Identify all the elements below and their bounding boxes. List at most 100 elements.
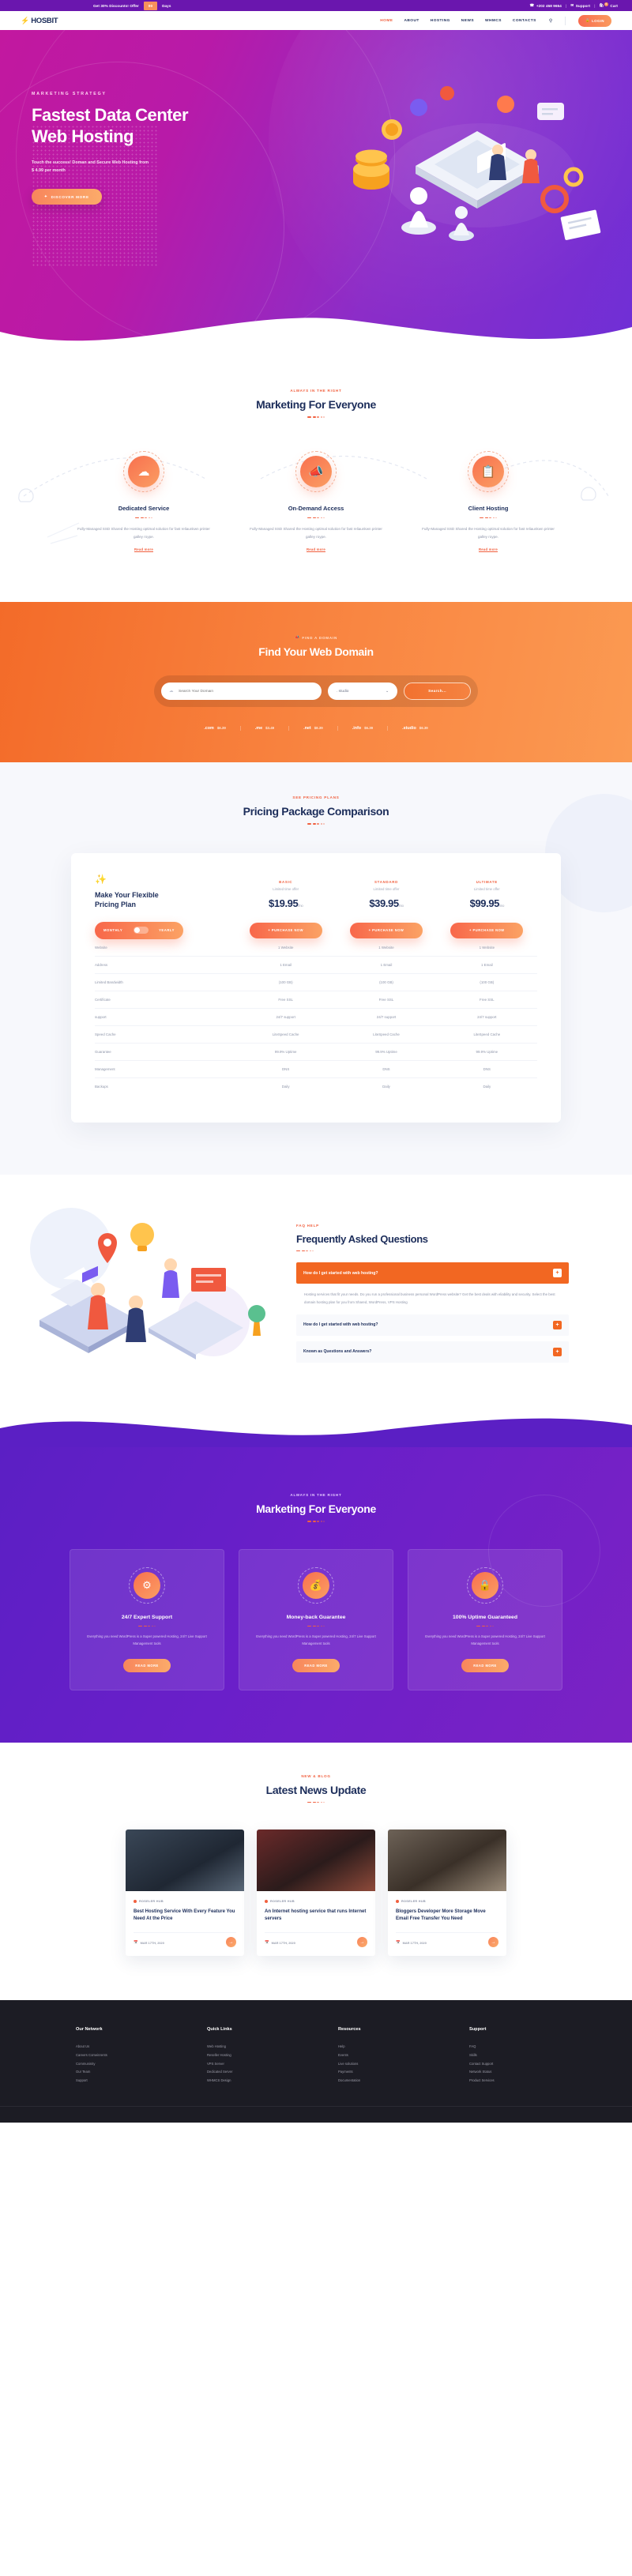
faq-question-text: How do I get started with web hosting? <box>303 1270 378 1276</box>
footer-link[interactable]: Events <box>338 2051 425 2060</box>
footer-column-heading: Support <box>469 2027 487 2033</box>
support-link[interactable]: ✉ Support <box>570 3 590 8</box>
footer-link[interactable]: Careers Comeinrents <box>76 2051 163 2060</box>
footer-link[interactable]: Skills <box>469 2051 556 2060</box>
footer-link[interactable]: Network Status <box>469 2068 556 2077</box>
tld-item: .info $6.39 <box>338 726 389 731</box>
shelf <box>191 1267 226 1292</box>
footer-link[interactable]: Help <box>338 2043 425 2051</box>
hero-content: MARKETING STRATEGY Fastest Data Center W… <box>0 30 261 205</box>
footer-link[interactable]: Web Hosting <box>207 2043 294 2051</box>
feature-card-support[interactable]: ⚙ 24/7 Expert Support Everything you nee… <box>70 1548 224 1690</box>
blog-card[interactable]: ROSELER HUB Bloggers Developer More Stor… <box>388 1830 506 1957</box>
hero-title-line-1: Fastest Data Center <box>32 105 189 125</box>
footer-link[interactable]: VPS Server <box>207 2060 294 2069</box>
footer-link[interactable]: Product Services <box>469 2077 556 2085</box>
domain-search-button[interactable]: Search... <box>404 683 471 700</box>
pricing-header-row: ✨ Make Your Flexible Pricing Plan BASIC … <box>95 874 537 909</box>
tld-price: $6.39 <box>419 726 428 730</box>
pricing-heading-text: Make Your Flexible Pricing Plan <box>95 890 235 909</box>
phone-link[interactable]: ☎ +202 458 9654 <box>530 3 562 8</box>
tld-price: $6.39 <box>364 726 374 730</box>
footer-link[interactable]: WHMCS Design <box>207 2077 294 2085</box>
footer-link[interactable]: Support <box>76 2077 163 2085</box>
purchase-button-basic[interactable]: + PURCHASE NOW <box>249 922 322 938</box>
discover-more-button[interactable]: ✦ DISCOVER MORE <box>32 189 102 205</box>
footer-column-our-network: Our Network About Us Careers Comeinrents… <box>76 2027 163 2085</box>
tld-name: .studio <box>402 726 416 731</box>
domain-search-input[interactable] <box>161 683 322 700</box>
tld-price: $3.49 <box>265 726 275 730</box>
arrow-right-icon[interactable]: → <box>357 1937 367 1948</box>
tld-select[interactable]: . studio ⌄ <box>328 683 397 700</box>
feature-value: 24/7 support <box>276 1014 295 1019</box>
footer-link[interactable]: Communinity <box>76 2060 163 2069</box>
service-read-more[interactable]: Read more <box>479 547 498 551</box>
clipboard-icon: 📋 <box>472 455 504 487</box>
faq-item: Known as Questions and Answers? + <box>296 1341 569 1363</box>
feature-card-moneyback[interactable]: 💰 Money-back Guarantee Everything you ne… <box>239 1548 393 1690</box>
footer-link[interactable]: FAQ <box>469 2043 556 2051</box>
toggle-knob[interactable] <box>133 927 149 935</box>
footer-link[interactable]: Dedicated Server <box>207 2068 294 2077</box>
nav-item-about[interactable]: ABOUT <box>404 19 419 23</box>
nav-item-contacts[interactable]: CONTACTS <box>513 19 536 23</box>
faq-item: How do I get started with web hosting? + <box>296 1314 569 1336</box>
feature-card-uptime[interactable]: 🔒 100% Uptime Guaranteed Everything you … <box>408 1548 562 1690</box>
purchase-button-standard[interactable]: + PURCHASE NOW <box>349 922 423 938</box>
plus-icon[interactable]: + <box>553 1320 562 1329</box>
nav-item-home[interactable]: HOME <box>380 19 393 23</box>
offer-text: Get 30% Discounts! Offer <box>93 3 139 8</box>
service-card[interactable]: 📋 Client Hosting Fully-Managed SSD Share… <box>418 450 559 555</box>
lock-icon: 🔒 <box>585 18 591 22</box>
arrow-right-icon[interactable]: → <box>488 1937 498 1948</box>
faq-question-toggle[interactable]: How do I get started with web hosting? + <box>296 1262 569 1284</box>
nav-item-hosting[interactable]: HOSTING <box>431 19 450 23</box>
footer-link[interactable]: Live solutions <box>338 2060 425 2069</box>
hero-title-line-2: Web Hosting <box>32 126 134 146</box>
calendar-icon: 📅 <box>396 1940 401 1945</box>
nav-item-whmcs[interactable]: WHMCS <box>485 19 502 23</box>
feature-card-button[interactable]: READ MORE <box>461 1658 509 1672</box>
faq-question-toggle[interactable]: Known as Questions and Answers? + <box>296 1341 569 1363</box>
blog-card-body: ROSELER HUB Bloggers Developer More Stor… <box>388 1891 506 1956</box>
divider <box>565 16 566 25</box>
service-read-more[interactable]: Read more <box>134 547 153 551</box>
search-icon[interactable]: ⚲ <box>549 18 552 24</box>
cart-link[interactable]: 🛍 0 Cart <box>599 2 618 8</box>
tld-item: .me $3.49 <box>241 726 290 731</box>
feature-value: LiteSpeed Cache <box>373 1032 400 1036</box>
footer-link[interactable]: Documentation <box>338 2077 425 2085</box>
arrow-right-icon[interactable]: → <box>226 1937 236 1948</box>
plus-icon[interactable]: + <box>553 1269 562 1278</box>
feature-row: Management DNS DNS DNS <box>95 1061 537 1078</box>
login-button[interactable]: 🔒 LOGIN <box>578 14 611 27</box>
feature-label: Address <box>95 962 108 967</box>
blog-card-body: ROSELER HUB An Internet hosting service … <box>257 1891 375 1956</box>
feature-card-button[interactable]: READ MORE <box>292 1658 340 1672</box>
faq-question-toggle[interactable]: How do I get started with web hosting? + <box>296 1314 569 1336</box>
service-read-more[interactable]: Read more <box>307 547 325 551</box>
tld-item: .studio $6.39 <box>388 726 442 731</box>
footer-link[interactable]: About Us <box>76 2043 163 2051</box>
tld-name: .info <box>352 726 362 731</box>
footer-link[interactable]: Reseller Hosting <box>207 2051 294 2060</box>
purchase-button-ultimate[interactable]: + PURCHASE NOW <box>450 922 524 938</box>
domain-input-wrapper: ☁ <box>161 683 322 700</box>
blog-grid: ROSELER HUB Best Hosting Service With Ev… <box>0 1830 632 1957</box>
service-card[interactable]: 📣 On-Demand Access Fully-Managed SSD Sha… <box>246 450 386 555</box>
pricing-comparison-card: ✨ Make Your Flexible Pricing Plan BASIC … <box>71 852 561 1123</box>
footer-link[interactable]: Payments <box>338 2068 425 2077</box>
site-logo[interactable]: ⚡ HOSBIT <box>21 17 58 25</box>
blog-card[interactable]: ROSELER HUB An Internet hosting service … <box>257 1830 375 1957</box>
plus-icon[interactable]: + <box>553 1347 562 1356</box>
footer-link[interactable]: Contact Support <box>469 2060 556 2069</box>
service-card[interactable]: ☁ Dedicated Service Fully-Managed SSD Sh… <box>73 450 214 555</box>
feature-card-button[interactable]: READ MORE <box>123 1658 171 1672</box>
faq-item: How do I get started with web hosting? +… <box>296 1262 569 1309</box>
blog-card[interactable]: ROSELER HUB Best Hosting Service With Ev… <box>126 1830 244 1957</box>
footer-link[interactable]: Our Team <box>76 2068 163 2077</box>
billing-period-toggle[interactable]: MONTHLY YEARLY <box>95 921 183 939</box>
services-heading: ALWAYS IN THE RIGHT Marketing For Everyo… <box>0 389 632 418</box>
nav-item-news[interactable]: NEWS <box>461 19 474 23</box>
